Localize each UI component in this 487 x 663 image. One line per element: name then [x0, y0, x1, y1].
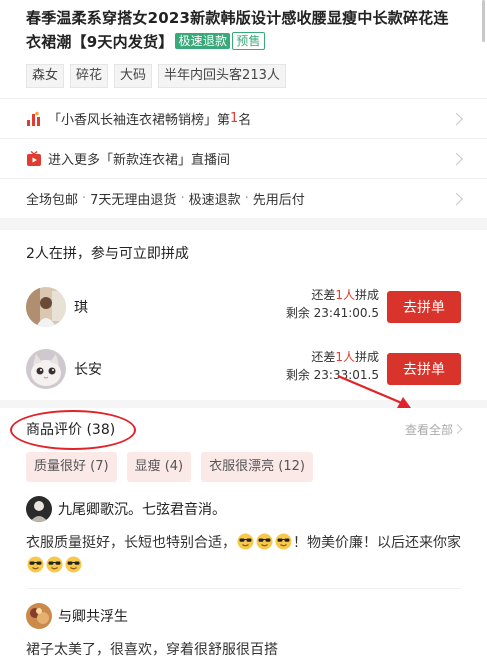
service-item: 极速退款	[188, 193, 241, 208]
need-count: 1人	[335, 288, 355, 302]
countdown: 剩余 23:41:00.5	[285, 306, 379, 320]
chevron-right-icon	[452, 424, 463, 434]
group-row: 长安 还差1人拼成 剩余 23:33:01.5 去拼单	[0, 338, 487, 400]
reviewer: 九尾卿歌沉。七弦君音消。	[26, 496, 461, 522]
reviews-header: 商品评价 (38) 查看全部	[0, 400, 487, 450]
fast-refund-badge: 极速退款	[175, 33, 231, 49]
sunglasses-emoji-icon	[275, 533, 292, 550]
section-divider	[0, 218, 487, 230]
reviewer-name: 与卿共浮生	[58, 609, 128, 625]
live-text: 进入更多「新款连衣裙」直播间	[48, 153, 231, 168]
group-buy-header: 2人在拼，参与可立即拼成	[26, 246, 189, 262]
ranking-number: 1	[230, 111, 239, 126]
review-tag-chip[interactable]: 显瘦 (4)	[126, 452, 192, 482]
reviews-title: 商品评价 (38)	[26, 422, 116, 438]
review-text-part: 衣服质量挺好，长短也特别合适，	[26, 535, 236, 551]
sunglasses-emoji-icon	[46, 556, 63, 573]
review-tag-chips: 质量很好 (7) 显瘦 (4) 衣服很漂亮 (12)	[0, 450, 487, 482]
tag-list: 森女 碎花 大码 半年内回头客213人	[0, 54, 487, 88]
need-suffix: 拼成	[354, 288, 379, 302]
review-text: 衣服质量挺好，长短也特别合适， ！物美价廉！以后还来你家	[26, 532, 461, 578]
review-text: 裙子太美了，很喜欢，穿着很舒服很百搭	[26, 639, 461, 662]
group-row: 琪 还差1人拼成 剩余 23:41:00.5 去拼单	[0, 276, 487, 338]
countdown: 剩余 23:33:01.5	[285, 368, 379, 382]
live-row[interactable]: 进入更多「新款连衣裙」直播间	[0, 138, 487, 178]
services-row[interactable]: 全场包邮 · 7天无理由退货 · 极速退款 · 先用后付	[0, 178, 487, 218]
chevron-right-icon	[450, 112, 463, 125]
info-rows: 「小香风长袖连衣裙畅销榜」第 1 名 进入更多「新款连衣裙」直播间 全场包邮 · 7天…	[0, 98, 487, 218]
ranking-suffix: 名	[238, 113, 252, 128]
need-prefix: 还差	[311, 350, 336, 364]
dot-separator: ·	[244, 191, 249, 206]
review-item: 九尾卿歌沉。七弦君音消。 衣服质量挺好，长短也特别合适， ！物美价廉！以后还来你家	[0, 482, 487, 578]
view-all-link[interactable]: 查看全部	[405, 421, 453, 438]
sunglasses-emoji-icon	[65, 556, 82, 573]
service-item: 7天无理由退货	[90, 193, 177, 208]
sunglasses-emoji-icon	[237, 533, 254, 550]
tag[interactable]: 大码	[114, 64, 153, 88]
tag[interactable]: 森女	[26, 64, 65, 88]
product-title: 春季温柔系穿搭女2023新款韩版设计感收腰显瘦中长款碎花连衣裙潮【9天内发货】极…	[26, 6, 461, 54]
avatar	[26, 349, 66, 389]
sunglasses-emoji-icon	[256, 533, 273, 550]
scrollbar[interactable]	[482, 0, 485, 42]
reviewer: 与卿共浮生	[26, 603, 461, 629]
review-text-part: 裙子太美了，很喜欢，穿着很舒服很百搭	[26, 642, 278, 658]
group-status: 还差1人拼成 剩余 23:41:00.5	[286, 286, 379, 322]
chevron-right-icon	[450, 192, 463, 205]
need-suffix: 拼成	[354, 350, 379, 364]
presale-badge: 预售	[232, 32, 265, 50]
product-title-block: 春季温柔系穿搭女2023新款韩版设计感收腰显瘦中长款碎花连衣裙潮【9天内发货】极…	[0, 0, 487, 54]
tv-icon	[26, 150, 42, 167]
group-status: 还差1人拼成 剩余 23:33:01.5	[286, 348, 379, 384]
review-item: 与卿共浮生 裙子太美了，很喜欢，穿着很舒服很百搭	[0, 589, 487, 662]
join-group-button[interactable]: 去拼单	[387, 291, 461, 323]
avatar	[26, 603, 52, 629]
sunglasses-emoji-icon	[27, 556, 44, 573]
review-text-part: ！物美价廉！以后还来你家	[293, 535, 461, 551]
review-tag-chip[interactable]: 衣服很漂亮 (12)	[201, 452, 313, 482]
group-leader-name: 琪	[74, 300, 88, 316]
avatar	[26, 287, 66, 327]
dot-separator: ·	[180, 191, 185, 206]
join-group-button[interactable]: 去拼单	[387, 353, 461, 385]
dot-separator: ·	[82, 191, 87, 206]
tag[interactable]: 碎花	[70, 64, 109, 88]
ranking-row[interactable]: 「小香风长袖连衣裙畅销榜」第 1 名	[0, 98, 487, 138]
review-tag-chip[interactable]: 质量很好 (7)	[26, 452, 117, 482]
need-prefix: 还差	[311, 288, 336, 302]
reviewer-name: 九尾卿歌沉。七弦君音消。	[58, 502, 226, 518]
group-leader-name: 长安	[74, 362, 102, 378]
avatar	[26, 496, 52, 522]
tag[interactable]: 半年内回头客213人	[158, 64, 286, 88]
chevron-right-icon	[450, 152, 463, 165]
bar-chart-icon	[26, 111, 42, 127]
need-count: 1人	[335, 350, 355, 364]
service-item: 先用后付	[252, 193, 305, 208]
ranking-prefix: 「小香风长袖连衣裙畅销榜」第	[48, 113, 231, 128]
service-item: 全场包邮	[26, 193, 79, 208]
